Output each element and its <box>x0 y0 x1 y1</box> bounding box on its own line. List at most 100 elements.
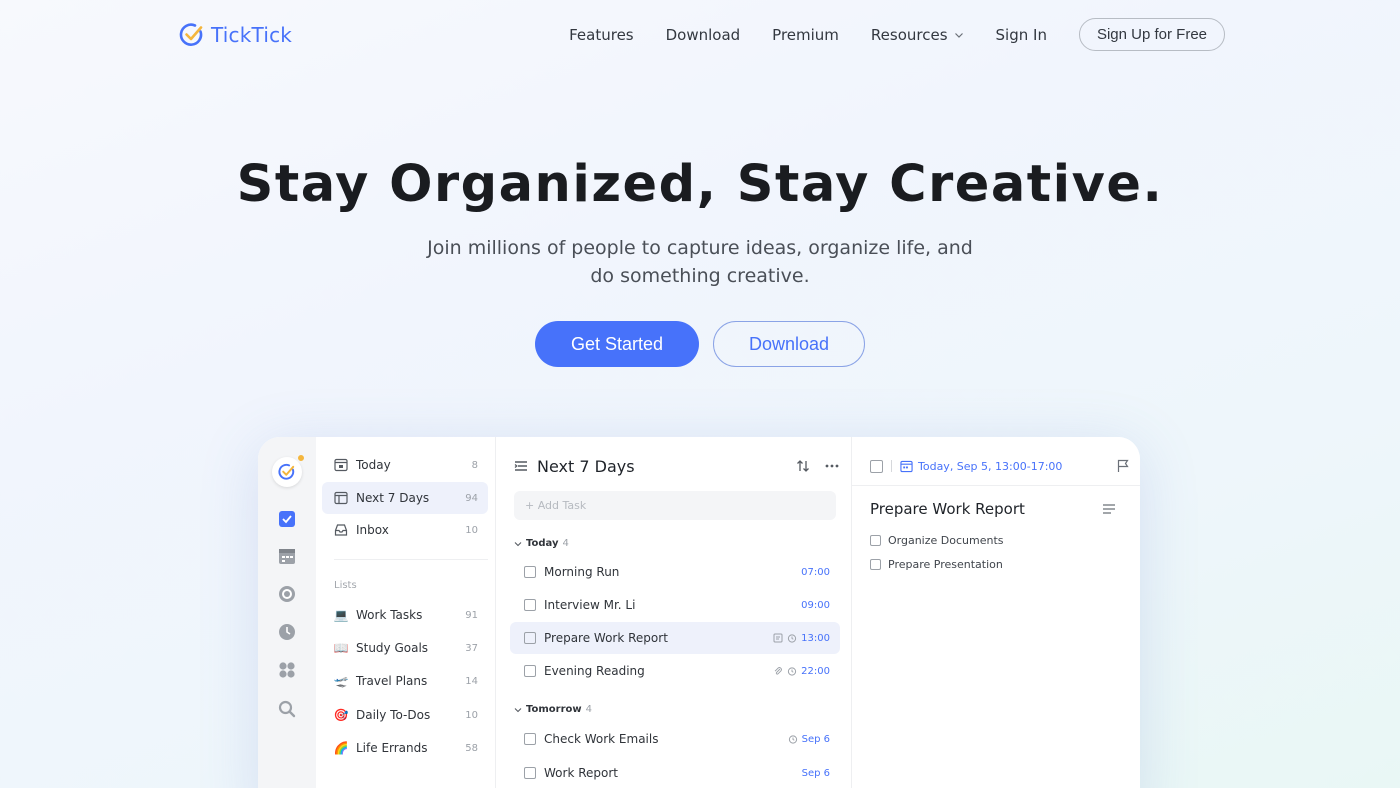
sidebar-item-count: 94 <box>465 492 478 504</box>
nav-sign-in[interactable]: Sign In <box>996 26 1047 44</box>
app-preview: Today 8 Next 7 Days 94 Inbox 10 Lists 💻 … <box>258 437 1140 788</box>
rail-search-icon[interactable] <box>277 699 297 719</box>
airplane-emoji-icon: 🛫 <box>333 674 349 688</box>
chevron-down-icon <box>514 541 522 546</box>
task-row[interactable]: Morning Run 07:00 <box>510 556 840 588</box>
checkbox-icon <box>279 511 295 527</box>
sidebar-item-count: 10 <box>465 524 478 536</box>
sidebar-item-count: 91 <box>465 609 478 621</box>
clock-icon <box>279 624 295 640</box>
sidebar-item-next-7-days[interactable]: Next 7 Days 94 <box>322 482 488 514</box>
task-checkbox[interactable] <box>524 599 536 611</box>
rail-tasks-icon[interactable] <box>277 509 297 529</box>
rail-calendar-icon[interactable] <box>277 546 297 566</box>
detail-checkbox[interactable] <box>870 459 883 473</box>
logo[interactable]: TickTick <box>179 22 292 48</box>
task-label: Morning Run <box>544 565 620 579</box>
subtask-checkbox[interactable] <box>870 559 881 570</box>
sidebar-lists-heading: Lists <box>334 580 357 591</box>
app-sidebar: Today 8 Next 7 Days 94 Inbox 10 Lists 💻 … <box>316 437 496 788</box>
sort-icon[interactable] <box>796 459 810 473</box>
detail-date-text: Today, Sep 5, 13:00-17:00 <box>918 459 1063 473</box>
detail-date-picker[interactable]: Today, Sep 5, 13:00-17:00 <box>900 460 1062 473</box>
task-checkbox[interactable] <box>524 665 536 677</box>
inbox-icon <box>334 523 348 537</box>
laptop-emoji-icon: 💻 <box>333 608 349 622</box>
menu-collapse-icon[interactable] <box>514 459 528 473</box>
detail-divider <box>852 485 1140 486</box>
task-checkbox[interactable] <box>524 632 536 644</box>
task-label: Evening Reading <box>544 664 645 678</box>
ticktick-logo-icon <box>278 463 295 480</box>
task-label: Check Work Emails <box>544 732 659 746</box>
list-title: Next 7 Days <box>537 456 635 476</box>
task-label: Interview Mr. Li <box>544 598 636 612</box>
subtask-label: Prepare Presentation <box>888 558 1003 571</box>
task-checkbox[interactable] <box>524 566 536 578</box>
sidebar-item-label: Daily To-Dos <box>356 708 431 722</box>
task-checkbox[interactable] <box>524 733 536 745</box>
alarm-icon <box>788 735 797 744</box>
sign-up-button[interactable]: Sign Up for Free <box>1078 18 1225 51</box>
subtask-item[interactable]: Organize Documents <box>870 534 1004 547</box>
task-date: Sep 6 <box>801 767 830 779</box>
more-icon[interactable] <box>824 459 840 473</box>
chevron-down-icon <box>954 32 963 38</box>
attachment-icon <box>774 667 783 675</box>
calendar-icon <box>279 549 295 564</box>
task-row-selected[interactable]: Prepare Work Report 13:00 <box>510 622 840 654</box>
task-meta: 22:00 <box>773 666 830 677</box>
sidebar-item-count: 37 <box>465 642 478 654</box>
rainbow-emoji-icon: 🌈 <box>333 741 349 755</box>
subtask-checkbox[interactable] <box>870 535 881 546</box>
flag-icon[interactable] <box>1116 459 1130 473</box>
app-rail <box>258 437 316 788</box>
group-label: Tomorrow <box>526 704 582 715</box>
nav-premium[interactable]: Premium <box>772 26 839 44</box>
nav-resources[interactable]: Resources <box>871 26 964 44</box>
alarm-icon <box>788 634 797 643</box>
detail-toolbar: Today, Sep 5, 13:00-17:00 <box>870 457 1130 475</box>
sidebar-item-label: Inbox <box>356 523 389 537</box>
sidebar-item-work-tasks[interactable]: 💻 Work Tasks 91 <box>322 599 488 631</box>
task-label: Prepare Work Report <box>544 631 668 645</box>
task-checkbox[interactable] <box>524 767 536 779</box>
sidebar-item-count: 58 <box>465 742 478 754</box>
alarm-icon <box>788 667 797 676</box>
sidebar-item-daily-todos[interactable]: 🎯 Daily To-Dos 10 <box>322 699 488 731</box>
sidebar-item-today[interactable]: Today 8 <box>322 449 488 481</box>
nav-features[interactable]: Features <box>569 26 634 44</box>
task-time: 07:00 <box>801 566 830 578</box>
add-task-input[interactable]: + Add Task <box>514 491 836 520</box>
sidebar-item-study-goals[interactable]: 📖 Study Goals 37 <box>322 632 488 664</box>
get-started-button[interactable]: Get Started <box>535 321 699 367</box>
notification-dot <box>296 453 306 463</box>
avatar[interactable] <box>272 453 306 487</box>
task-row[interactable]: Evening Reading 22:00 <box>510 655 840 687</box>
download-button[interactable]: Download <box>713 321 865 367</box>
rail-habits-icon[interactable] <box>277 660 297 680</box>
task-row[interactable]: Work Report Sep 6 <box>510 757 840 788</box>
note-icon <box>773 633 783 643</box>
task-meta: 13:00 <box>773 633 830 644</box>
group-today[interactable]: Today 4 <box>514 538 569 549</box>
nav-download[interactable]: Download <box>666 26 741 44</box>
group-count: 4 <box>562 538 569 549</box>
rail-focus-icon[interactable] <box>277 584 297 604</box>
task-row[interactable]: Interview Mr. Li 09:00 <box>510 589 840 621</box>
subtask-item[interactable]: Prepare Presentation <box>870 558 1003 571</box>
hero-title: Stay Organized, Stay Creative. <box>236 155 1164 214</box>
list-menu-icon[interactable] <box>1102 503 1116 515</box>
sidebar-item-label: Study Goals <box>356 641 429 655</box>
task-date: Sep 6 <box>801 733 830 745</box>
detail-separator <box>891 460 892 472</box>
rail-timer-icon[interactable] <box>277 622 297 642</box>
group-tomorrow[interactable]: Tomorrow 4 <box>514 704 592 715</box>
task-time: 22:00 <box>801 665 830 677</box>
task-row[interactable]: Check Work Emails Sep 6 <box>510 723 840 755</box>
sidebar-item-inbox[interactable]: Inbox 10 <box>322 514 488 546</box>
sidebar-item-life-errands[interactable]: 🌈 Life Errands 58 <box>322 732 488 764</box>
group-count: 4 <box>585 704 592 715</box>
search-icon <box>278 700 296 718</box>
sidebar-item-travel-plans[interactable]: 🛫 Travel Plans 14 <box>322 665 488 697</box>
